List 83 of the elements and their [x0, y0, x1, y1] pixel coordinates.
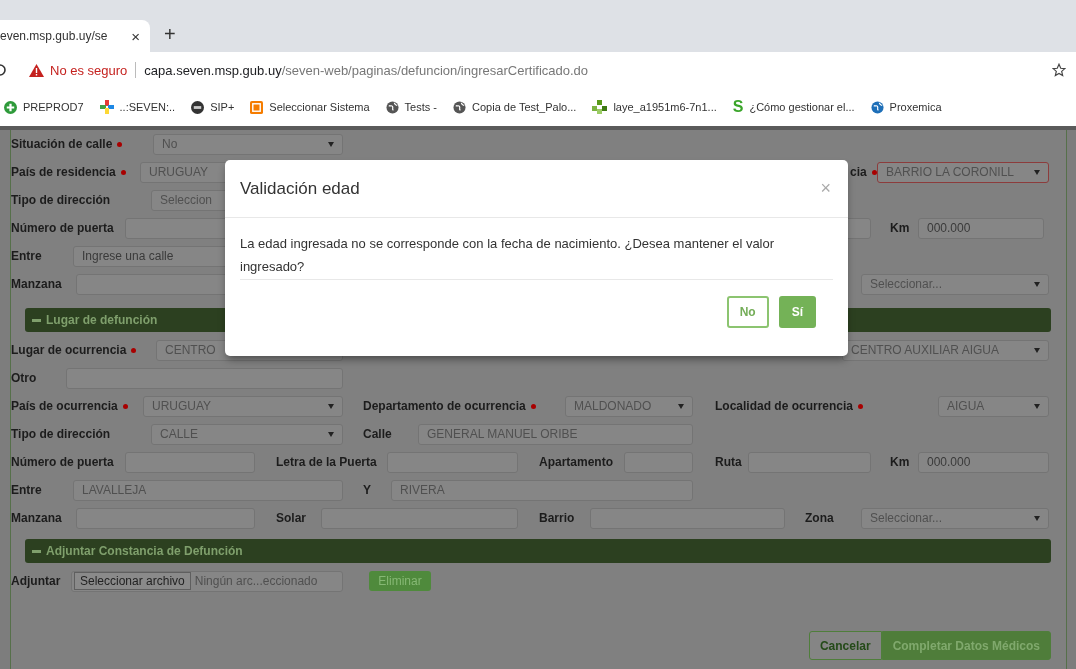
field-label: Zona	[805, 511, 835, 525]
caret-icon	[328, 431, 334, 437]
required-dot-icon	[530, 403, 536, 409]
security-label[interactable]: No es seguro	[50, 62, 128, 78]
field-label: Letra de la Puerta	[276, 455, 378, 469]
bookmark-star-icon[interactable]	[1052, 63, 1066, 77]
field-label: Manzana	[11, 277, 63, 291]
field-label: Lugar de ocurrencia	[11, 343, 156, 357]
field-label: Tipo de dirección	[11, 193, 112, 207]
required-dot-icon	[120, 169, 126, 175]
address-bar[interactable]: capa.seven.msp.gub.uy/seven-web/paginas/defuncion/ingresarCertificado.do	[144, 62, 589, 78]
input-field[interactable]: 000.000	[918, 451, 1049, 473]
new-tab-button[interactable]: +	[164, 22, 176, 46]
field-label: Apartamento	[539, 455, 614, 469]
close-tab-button[interactable]: ×	[131, 27, 140, 45]
confirm-button[interactable]: Sí	[778, 296, 816, 328]
caret-icon	[328, 403, 334, 409]
warning-icon	[29, 63, 44, 77]
browser-tab[interactable]: even.msp.gub.uy/se ×	[0, 20, 150, 52]
field-label: Departamento de ocurrencia	[363, 399, 565, 413]
field-label: Ruta	[715, 455, 743, 469]
field-label: Y	[363, 483, 372, 497]
field-label: Solar	[276, 511, 307, 525]
choose-file-button[interactable]: Seleccionar archivo	[74, 572, 191, 590]
field-label: Km	[890, 455, 911, 469]
field-label: País de ocurrencia	[11, 399, 143, 413]
caret-icon	[678, 403, 684, 409]
cancel-button[interactable]: Cancelar	[808, 631, 882, 660]
app-icon	[250, 100, 264, 114]
reload-icon[interactable]	[0, 63, 7, 77]
caret-icon	[1034, 347, 1040, 353]
field-label: Número de puerta	[11, 455, 115, 469]
field-label: Barrio	[539, 511, 576, 525]
field-label: Situación de calle	[11, 137, 153, 151]
bookmark-item[interactable]: PREPROD7	[4, 100, 84, 114]
required-dot-icon	[122, 403, 128, 409]
field-label: Otro	[11, 371, 38, 385]
cross-icon	[99, 100, 114, 114]
site-logo-icon: S	[732, 100, 744, 114]
field-label: Número de puerta	[11, 221, 115, 235]
bookmark-item[interactable]: Proxemica	[870, 100, 942, 114]
caret-icon	[1034, 281, 1040, 287]
disc-icon	[191, 100, 205, 114]
bookmark-item[interactable]: Copia de Test_Palo...	[453, 100, 577, 114]
field-label: País de residencia	[11, 165, 140, 179]
globe-icon	[385, 100, 399, 114]
required-dot-icon	[131, 347, 137, 353]
field-label: Calle	[363, 427, 393, 441]
caret-icon	[1034, 169, 1040, 175]
globe-icon	[453, 100, 466, 114]
field-label: Entre	[11, 483, 43, 497]
caret-icon	[1034, 515, 1040, 521]
field-label: Tipo de dirección	[11, 427, 112, 441]
field-label: Localidad de ocurrencia	[715, 399, 938, 413]
field-label: Entre	[11, 249, 43, 263]
input-field[interactable]: 000.000	[918, 217, 1044, 239]
section-header[interactable]: Adjuntar Constancia de Defunción	[25, 539, 1051, 563]
globe-icon	[870, 100, 884, 114]
required-dot-icon	[117, 141, 123, 147]
modal-title: Validación edad	[240, 178, 360, 199]
close-button[interactable]: ×	[820, 178, 831, 199]
bookmark-item[interactable]: Tests -	[385, 100, 437, 114]
field-label: Manzana	[11, 511, 63, 525]
decline-button[interactable]: No	[726, 296, 769, 328]
bookmark-item[interactable]: S ¿Cómo gestionar el...	[732, 100, 855, 114]
tab-title: even.msp.gub.uy/se	[0, 29, 108, 43]
section-title: Lugar de defunción	[46, 313, 158, 327]
field-label: Adjuntar	[11, 574, 62, 588]
section-title: Adjuntar Constancia de Defunción	[46, 544, 243, 558]
required-dot-icon	[871, 169, 877, 175]
modal-message: La edad ingresada no se corresponde con la fecha de nacimiento. ¿Desea mantener el valor ingresado?	[240, 232, 833, 280]
delete-button[interactable]: Eliminar	[369, 571, 431, 591]
bookmark-item[interactable]: laye_a1951m6-7n1...	[592, 100, 717, 114]
bookmark-item[interactable]: SIP+	[191, 100, 235, 114]
field-label: Km	[890, 221, 911, 235]
bookmark-item[interactable]: Seleccionar Sistema	[250, 100, 370, 114]
plus-icon	[4, 100, 17, 114]
caret-icon	[328, 141, 334, 147]
required-dot-icon	[858, 403, 864, 409]
caret-icon	[1034, 403, 1040, 409]
bookmark-item[interactable]: ..:SEVEN:..	[99, 100, 176, 114]
field-label: cia	[850, 165, 877, 179]
tree-icon	[592, 100, 608, 114]
